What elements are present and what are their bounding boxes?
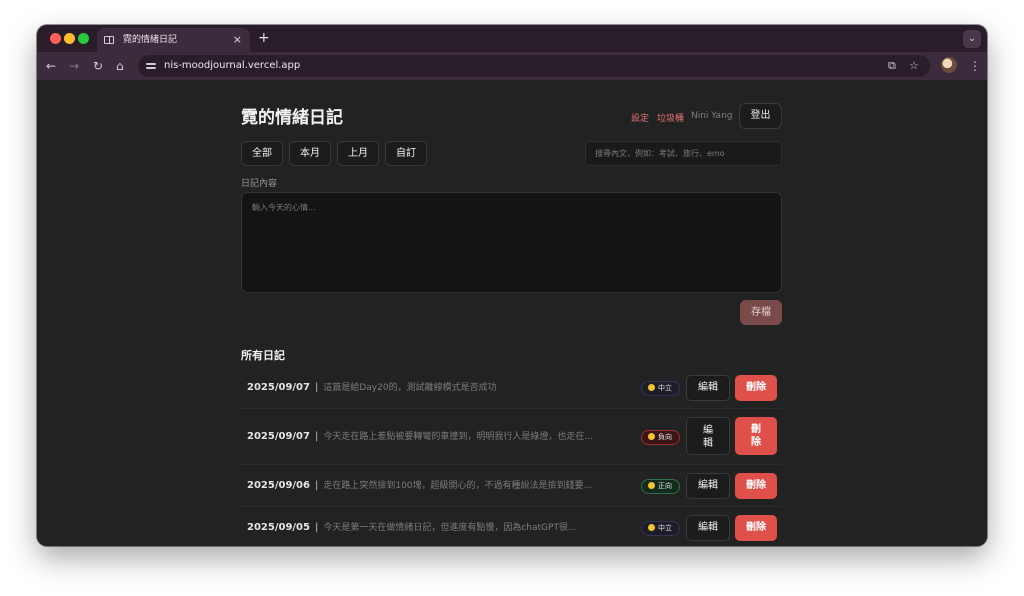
entry-date: 2025/09/07 (247, 431, 310, 442)
mood-label: 正向 (658, 482, 672, 490)
page-title: 霓的情緒日記 (241, 108, 343, 128)
diary-content-textarea[interactable] (241, 192, 782, 293)
entries-section-title: 所有日記 (241, 349, 285, 362)
mood-label: 中立 (658, 384, 672, 392)
book-icon (104, 36, 114, 44)
filter-all-button[interactable]: 全部 (241, 141, 283, 166)
tab-bar: 霓的情緒日記 × + ⌄ (37, 25, 987, 52)
mood-label: 中立 (658, 524, 672, 532)
edit-button[interactable]: 編輯 (686, 515, 730, 541)
forward-icon[interactable]: → (69, 57, 79, 75)
delete-label-line: 刪 (751, 424, 761, 435)
minimize-window-button[interactable] (64, 33, 75, 44)
entry-preview: 今天走在路上差點被要轉彎的車撞到，明明我行人是綠燈，也走在... (323, 432, 593, 442)
delete-button[interactable]: 刪除 (735, 515, 777, 541)
address-bar[interactable]: nis-moodjournal.vercel.app (138, 55, 930, 77)
mood-badge: 正向 (641, 479, 680, 494)
reload-icon[interactable]: ↻ (93, 57, 103, 75)
bookmark-star-icon[interactable]: ☆ (909, 57, 919, 75)
smiley-icon (648, 524, 655, 531)
page: 霓的情緒日記 設定 垃圾桶 Nini Yang 登出 全部 本月 上月 自訂 日… (37, 80, 987, 546)
entry-separator: | (314, 431, 319, 442)
edit-label-line: 編 (703, 425, 713, 436)
tab-active[interactable]: 霓的情緒日記 × (97, 28, 250, 52)
entry-preview: 這篇是給Day20的，測試離線模式是否成功 (323, 383, 497, 393)
delete-button[interactable]: 刪除 (735, 473, 777, 499)
filter-custom-button[interactable]: 自訂 (385, 141, 427, 166)
content-label: 日記內容 (241, 179, 278, 189)
edit-button[interactable]: 編輯 (686, 473, 730, 499)
user-name: Nini Yang (691, 111, 733, 121)
edit-label-line: 輯 (703, 438, 713, 449)
diary-entry: 2025/09/06 | 走在路上突然撿到100塊，超級開心的，不過有種說法是撿到錢… (241, 465, 782, 507)
filter-last-month-button[interactable]: 上月 (337, 141, 379, 166)
entry-separator: | (314, 382, 319, 393)
smiley-icon (648, 384, 655, 391)
filter-this-month-button[interactable]: 本月 (289, 141, 331, 166)
entry-date: 2025/09/05 (247, 522, 310, 533)
diary-entry: 2025/09/07 | 這篇是給Day20的，測試離線模式是否成功 中立 編輯 刪… (241, 367, 782, 409)
settings-link[interactable]: 設定 (631, 111, 649, 124)
site-info-icon[interactable] (146, 61, 156, 71)
entry-text: 2025/09/06 | 走在路上突然撿到100塊，超級開心的，不過有種說法是撿到錢… (247, 479, 592, 493)
new-tab-button[interactable]: + (258, 27, 270, 49)
smiley-icon (648, 482, 655, 489)
diary-entry: 2025/09/07 | 今天走在路上差點被要轉彎的車撞到，明明我行人是綠燈，也走在… (241, 409, 782, 465)
browser-window: 霓的情緒日記 × + ⌄ ← → ↻ ⌂ nis-moodjournal.ver… (37, 25, 987, 546)
delete-button[interactable]: 刪 除 (735, 417, 777, 455)
back-icon[interactable]: ← (46, 57, 56, 75)
entry-preview: 今天是第一天在做情緒日記，但進度有點慢，因為chatGPT很... (323, 523, 577, 533)
entry-separator: | (314, 522, 319, 533)
entry-separator: | (314, 480, 319, 491)
entry-text: 2025/09/07 | 今天走在路上差點被要轉彎的車撞到，明明我行人是綠燈，也走在… (247, 430, 593, 444)
browser-toolbar: ← → ↻ ⌂ nis-moodjournal.vercel.app ⧉ ☆ ⋮ (37, 52, 987, 80)
mood-badge: 負向 (641, 430, 680, 445)
tab-close-icon[interactable]: × (233, 28, 242, 52)
mood-badge: 中立 (641, 381, 680, 396)
logout-button[interactable]: 登出 (739, 103, 782, 129)
install-app-icon[interactable]: ⧉ (888, 57, 896, 75)
profile-avatar[interactable] (941, 57, 957, 73)
maximize-window-button[interactable] (78, 33, 89, 44)
entry-preview: 走在路上突然撿到100塊，超級開心的，不過有種說法是撿到錢要... (323, 481, 593, 491)
entry-text: 2025/09/07 | 這篇是給Day20的，測試離線模式是否成功 (247, 381, 497, 395)
home-icon[interactable]: ⌂ (116, 57, 124, 75)
search-input[interactable] (585, 141, 782, 166)
browser-menu-icon[interactable]: ⋮ (969, 57, 981, 75)
smiley-icon (648, 433, 655, 440)
delete-button[interactable]: 刪除 (735, 375, 777, 401)
tab-search-icon[interactable]: ⌄ (963, 30, 981, 48)
entry-text: 2025/09/05 | 今天是第一天在做情緒日記，但進度有點慢，因為chatGPT… (247, 521, 577, 535)
close-window-button[interactable] (50, 33, 61, 44)
diary-entry: 2025/09/05 | 今天是第一天在做情緒日記，但進度有點慢，因為chatGPT… (241, 507, 782, 546)
edit-button[interactable]: 編 輯 (686, 417, 730, 455)
entry-date: 2025/09/06 (247, 480, 310, 491)
mood-label: 負向 (658, 433, 672, 441)
trash-link[interactable]: 垃圾桶 (657, 111, 684, 124)
save-button[interactable]: 存檔 (740, 300, 782, 325)
delete-label-line: 除 (751, 437, 761, 448)
tab-title: 霓的情緒日記 (123, 35, 178, 45)
mood-badge: 中立 (641, 521, 680, 536)
url-text: nis-moodjournal.vercel.app (164, 60, 301, 71)
edit-button[interactable]: 編輯 (686, 375, 730, 401)
entry-date: 2025/09/07 (247, 382, 310, 393)
